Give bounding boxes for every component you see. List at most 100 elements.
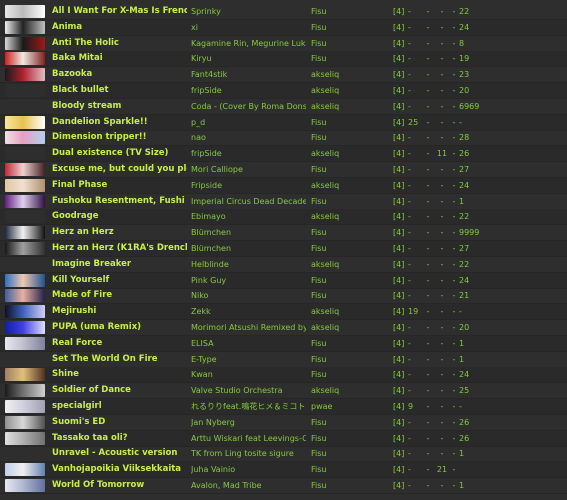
song-title: Goodrage <box>52 211 99 222</box>
stat-col-3: - <box>440 370 444 380</box>
song-row[interactable]: Vanhojapoikia Viiksekkaita Juha Vainio Fis… <box>0 462 567 479</box>
stat-col-2: - <box>426 338 430 348</box>
song-title: Unravel - Acoustic version <box>52 448 178 459</box>
song-score: 1 <box>459 354 465 364</box>
song-row[interactable]: Made of Fire Niko Fisu [4] - - - -21 <box>0 288 567 305</box>
song-row[interactable]: Baka Mitai Kiryu Fisu [4] - - - -19 <box>0 51 567 68</box>
song-row[interactable]: PUPA (uma Remix) Morimori Atsushi Remixed… <box>0 320 567 336</box>
song-row[interactable]: specialgirl れるりりfeat.鳴花ヒメ＆ミコト pwae [4] 9- - - - <box>0 399 567 415</box>
song-row[interactable]: Shine Kwan Fisu [4] - - - -24 <box>0 367 567 384</box>
song-difficulty: [4] <box>393 386 405 396</box>
song-difficulty: [4] <box>393 481 405 490</box>
stat-col-2: - <box>426 70 430 80</box>
song-title: Herz an Herz <box>52 227 114 238</box>
song-row[interactable]: Herz an Herz (K1RA's Drenchc... Blümchen F… <box>0 241 567 257</box>
song-row[interactable]: Dimension tripper!! nao Fisu [4] - - - -28 <box>0 130 567 147</box>
song-row[interactable]: Kill Yourself Pink Guy Fisu [4] - - - -24 <box>0 272 567 289</box>
song-row[interactable]: Soldier of Dance Valve Studio Orchestra ak… <box>0 383 567 400</box>
song-difficulty: [4] <box>393 133 405 143</box>
stat-col-3: - <box>440 417 444 427</box>
song-thumbnail <box>5 242 45 255</box>
song-difficulty: [4] <box>393 338 405 348</box>
song-row[interactable]: Herz an Herz Blümchen Fisu [4] - - - -9999 <box>0 225 567 242</box>
song-score: 6969 <box>459 101 480 111</box>
song-title: Herz an Herz (K1RA's Drenchc... <box>52 243 187 253</box>
stat-col-2: - <box>426 22 430 32</box>
song-title: Fushoku Resentment, Fushi Yo... <box>52 195 187 206</box>
stat-col-3: - <box>440 449 444 459</box>
song-score: 9999 <box>459 228 480 238</box>
stat-col-3: - <box>440 338 444 348</box>
song-score: - <box>459 117 462 127</box>
song-row[interactable]: Bloody stream Coda - (Cover By Roma Donsk… <box>0 99 567 115</box>
stat-col-3: - <box>440 133 444 143</box>
song-row[interactable]: Excuse me, but could you pleas... Mori Ca… <box>0 162 567 178</box>
song-row[interactable]: Set The World On Fire E-Type Fisu [4] - - - -1 <box>0 352 567 368</box>
song-row[interactable]: Anti The Holic Kagamine Rin, Megurine Luk… <box>0 36 567 52</box>
song-thumbnail <box>5 52 45 66</box>
song-artist: Ebimayo <box>191 212 226 222</box>
song-artist: Kiryu <box>191 54 212 64</box>
song-title: Final Phase <box>52 179 108 190</box>
song-artist: Valve Studio Orchestra <box>191 386 283 396</box>
song-row[interactable]: Bazooka Fant4stik akseliq [4] - - - -23 <box>0 67 567 84</box>
song-row[interactable]: Final Phase Fripside akseliq [4] - - - -24 <box>0 177 567 194</box>
song-difficulty: [4] <box>393 196 405 206</box>
song-title: Vanhojapoikia Viiksekkaita <box>52 464 182 475</box>
song-difficulty: [4] <box>393 291 405 301</box>
song-title: Anima <box>52 21 83 32</box>
song-row[interactable]: Black bullet fripSide akseliq [4] - - - -20 <box>0 83 567 99</box>
song-row[interactable]: Dual existence (TV Size) fripSide akseliq [… <box>0 146 567 163</box>
song-difficulty: [4] <box>393 259 405 269</box>
song-title: Suomi's ED <box>52 416 106 427</box>
song-thumbnail <box>5 131 45 145</box>
song-artist: nao <box>191 133 206 143</box>
song-row[interactable]: Anima xi Fisu [4] - - - -24 <box>0 19 567 36</box>
song-score: 23 <box>459 70 470 80</box>
song-mapper: Fisu <box>311 244 327 253</box>
song-mapper: Fisu <box>311 481 327 490</box>
song-row[interactable]: All I Want For X-Mas Is French... Sprinky… <box>0 4 567 20</box>
song-score: 22 <box>459 212 470 222</box>
song-artist: Zekk <box>191 307 211 317</box>
song-row[interactable]: Mejirushi Zekk akseliq [4] 19- - - - <box>0 304 567 321</box>
song-title: Baka Mitai <box>52 53 103 64</box>
song-difficulty: [4] <box>393 86 405 95</box>
song-difficulty: [4] <box>393 433 405 443</box>
song-difficulty: [4] <box>393 165 405 174</box>
stat-col-2: - <box>426 433 430 443</box>
song-score: - <box>459 307 462 317</box>
song-row[interactable]: Tassako taa oli? Arttu Wiskari feat Leevi… <box>0 430 567 447</box>
song-title: Dual existence (TV Size) <box>52 148 169 159</box>
stat-col-3: - <box>440 38 444 48</box>
song-difficulty: [4] <box>393 22 405 32</box>
stat-col-2: - <box>426 449 430 459</box>
song-artist: Sprinky <box>191 7 221 16</box>
song-row[interactable]: Imagine Breaker Helblinde akseliq [4] - - - -22 <box>0 257 567 273</box>
song-row[interactable]: Fushoku Resentment, Fushi Yo... Imperial … <box>0 194 567 210</box>
song-row[interactable]: World Of Tomorrow Avalon, Mad Tribe Fisu [4… <box>0 478 567 494</box>
song-mapper: Fisu <box>311 275 327 285</box>
song-artist: Coda - (Cover By Roma Donsko... <box>191 101 306 111</box>
song-row[interactable]: Goodrage Ebimayo akseliq [4] - - - -22 <box>0 209 567 226</box>
song-thumbnail <box>5 479 45 492</box>
song-thumbnail <box>5 36 45 50</box>
song-row[interactable]: Unravel - Acoustic version TK from Ling t… <box>0 446 567 463</box>
song-row[interactable]: Suomi's ED Jan Nyberg Fisu [4] - - - -26 <box>0 415 567 431</box>
song-artist: Pink Guy <box>191 275 227 285</box>
song-mapper: akseliq <box>311 307 340 317</box>
song-thumbnail <box>5 163 45 176</box>
song-difficulty: [4] <box>393 101 405 111</box>
song-thumbnail <box>5 415 45 429</box>
song-row[interactable]: Dandelion Sparkle!! p_d Fisu [4] 25- - - - <box>0 114 567 131</box>
stat-col-3: - <box>440 196 444 206</box>
song-mapper: Fisu <box>311 54 327 64</box>
song-artist: Niko <box>191 291 209 301</box>
song-score: 24 <box>459 180 470 190</box>
song-mapper: akseliq <box>311 323 340 332</box>
song-thumbnail <box>5 336 45 350</box>
song-artist: fripSide <box>191 86 222 95</box>
stat-col-2: - <box>426 465 430 475</box>
song-row[interactable]: Real Force ELISA Fisu [4] - - - -1 <box>0 335 567 352</box>
song-mapper: Fisu <box>311 117 327 127</box>
